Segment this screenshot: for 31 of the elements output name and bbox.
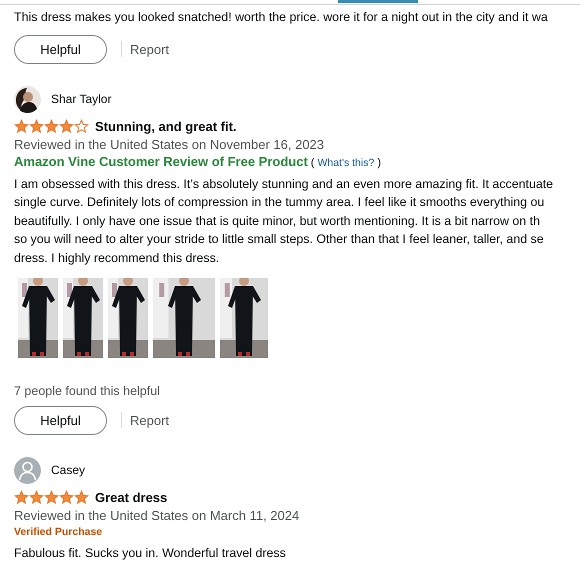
- star-icon: [14, 490, 29, 505]
- parenthesis: (: [310, 156, 314, 169]
- star-icon: [74, 490, 89, 505]
- star-icon: [29, 490, 44, 505]
- star-icon: [44, 118, 59, 134]
- vine-label: Amazon Vine Customer Review of Free Product: [14, 154, 308, 169]
- avatar: [14, 86, 41, 113]
- review-date: Reviewed in the United States on November 16, 2023: [14, 136, 326, 152]
- avatar: [14, 456, 41, 484]
- helpful-button[interactable]: Helpful: [14, 34, 107, 64]
- review-date: Reviewed in the United States on March 11, 2024: [14, 508, 300, 523]
- helpful-button[interactable]: Helpful: [14, 406, 107, 435]
- star-icon: [14, 118, 29, 134]
- review-text: Fabulous fit. Sucks you in. Wonderful travel dress: [14, 544, 287, 562]
- reviewer-name[interactable]: Casey: [51, 463, 86, 478]
- verified-purchase-label: Verified Purchase: [14, 526, 104, 538]
- review-text: This dress makes you looked snatched! worth the price. wore it for a night out in the city and it wa: [14, 9, 549, 26]
- parenthesis: ): [377, 156, 381, 169]
- report-link[interactable]: Report: [130, 42, 170, 57]
- star-outline-icon: [74, 118, 89, 134]
- star-icon: [59, 490, 74, 505]
- star-icon: [29, 118, 44, 134]
- reviewer-name[interactable]: Shar Taylor: [51, 92, 112, 106]
- star-icon: [59, 118, 74, 134]
- review-title[interactable]: Stunning, and great fit.: [95, 118, 237, 134]
- review-title[interactable]: Great dress: [95, 490, 168, 505]
- whats-this-link[interactable]: What's this?: [317, 156, 374, 169]
- report-link[interactable]: Report: [130, 412, 170, 428]
- review-text: I am obsessed with this dress. It’s absolutely stunning and an even more amazing fit. It accentuate single curve. Definitely lots of compression in the tummy area. I feel like it smooths everything ou beautifully. I only have one issue that is quite minor, but worth mentioning. It is a bit narrow on th so you will need to alter your stride to little small steps. Other than that I feel leaner, taller, and se dress. I highly recommend this dress.: [14, 176, 554, 267]
- star-icon: [44, 490, 59, 505]
- helpful-count: 7 people found this helpful: [14, 384, 161, 398]
